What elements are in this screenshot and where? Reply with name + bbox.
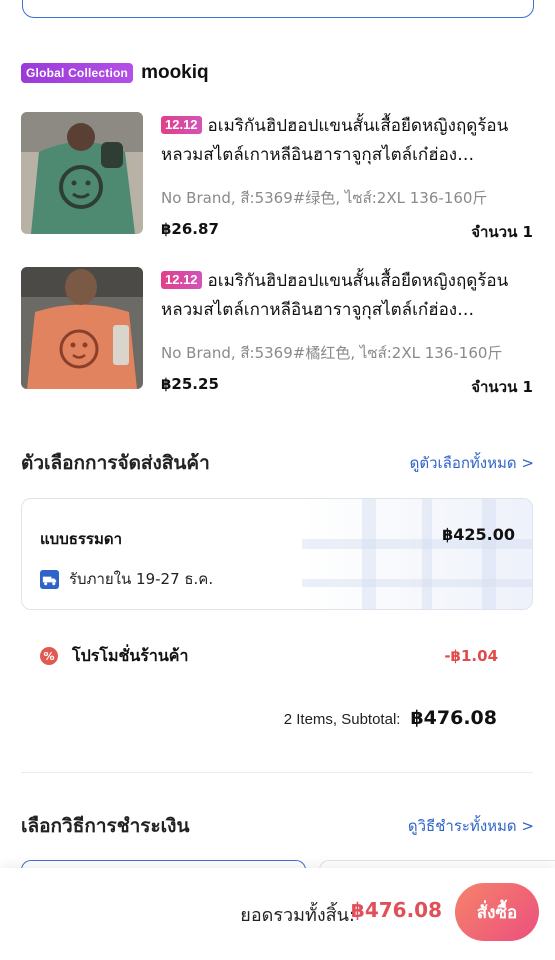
checkout-bottom-bar: ยอดรวมทั้งสิ้น: ฿476.08 สั่งซื้อ <box>0 868 555 960</box>
shop-promotion-label: โปรโมชั่นร้านค้า <box>72 645 189 665</box>
promo-12-12-badge: 12.12 <box>161 271 202 289</box>
product-quantity: จำนวน 1 <box>471 378 533 396</box>
grand-total-value: ฿476.08 <box>350 898 442 922</box>
place-order-button[interactable]: สั่งซื้อ <box>455 883 539 941</box>
delivery-estimate-text: รับภายใน 19-27 ธ.ค. <box>69 570 214 588</box>
product-price: ฿25.25 <box>161 375 219 393</box>
shop-promotion-row[interactable]: % โปรโมชั่นร้านค้า -฿1.04 <box>40 644 498 668</box>
shipping-price: ฿425.00 <box>442 525 515 544</box>
shipping-section-title: ตัวเลือกการจัดส่งสินค้า <box>21 452 210 474</box>
previous-card-edge <box>22 0 534 18</box>
subtotal-value: ฿476.08 <box>410 707 497 729</box>
product-quantity: จำนวน 1 <box>471 223 533 241</box>
shipping-option-card[interactable]: แบบธรรมดา ฿425.00 รับภายใน 19-27 ธ.ค. <box>21 498 533 610</box>
product-variant: No Brand, สี:5369#绿色, ไซส์:2XL 136-160斤 <box>161 189 488 207</box>
product-title-text: อเมริกันฮิปฮอปแขนสั้นเสื้อยืดหญิงฤดูร้อน… <box>161 271 509 320</box>
discount-percent-icon: % <box>40 647 58 665</box>
section-divider <box>21 772 533 773</box>
delivery-estimate: รับภายใน 19-27 ธ.ค. <box>40 567 213 591</box>
view-all-payment-link[interactable]: ดูวิธีชำระทั้งหมด > <box>408 814 534 838</box>
promo-12-12-badge: 12.12 <box>161 116 202 134</box>
card-background-pattern <box>302 499 532 609</box>
subtotal-label: 2 Items, Subtotal: <box>283 711 401 728</box>
shipping-method-name: แบบธรรมดา <box>40 530 123 548</box>
product-variant: No Brand, สี:5369#橘红色, ไซส์:2XL 136-160斤 <box>161 344 503 362</box>
product-title[interactable]: 12.12 อเมริกันฮิปฮอปแขนสั้นเสื้อยืดหญิงฤด… <box>161 112 533 170</box>
product-thumbnail[interactable] <box>21 112 143 234</box>
shop-promotion-value: -฿1.04 <box>444 647 498 665</box>
delivery-truck-icon <box>40 569 59 589</box>
grand-total-label: ยอดรวมทั้งสิ้น: <box>240 905 355 926</box>
subtotal-row: 2 Items, Subtotal: ฿476.08 <box>284 707 497 729</box>
view-all-shipping-link[interactable]: ดูตัวเลือกทั้งหมด > <box>410 451 534 475</box>
product-item[interactable]: 12.12 อเมริกันฮิปฮอปแขนสั้นเสื้อยืดหญิงฤด… <box>21 267 533 396</box>
shop-name[interactable]: mookiq <box>141 62 209 84</box>
shop-header[interactable]: Global Collection mookiq <box>21 62 209 84</box>
product-item[interactable]: 12.12 อเมริกันฮิปฮอปแขนสั้นเสื้อยืดหญิงฤด… <box>21 112 533 241</box>
product-title-text: อเมริกันฮิปฮอปแขนสั้นเสื้อยืดหญิงฤดูร้อน… <box>161 116 509 165</box>
product-thumbnail[interactable] <box>21 267 143 389</box>
product-title[interactable]: 12.12 อเมริกันฮิปฮอปแขนสั้นเสื้อยืดหญิงฤด… <box>161 267 533 325</box>
payment-section-title: เลือกวิธีการชำระเงิน <box>21 815 190 837</box>
global-collection-badge: Global Collection <box>21 63 134 83</box>
product-price: ฿26.87 <box>161 220 219 238</box>
